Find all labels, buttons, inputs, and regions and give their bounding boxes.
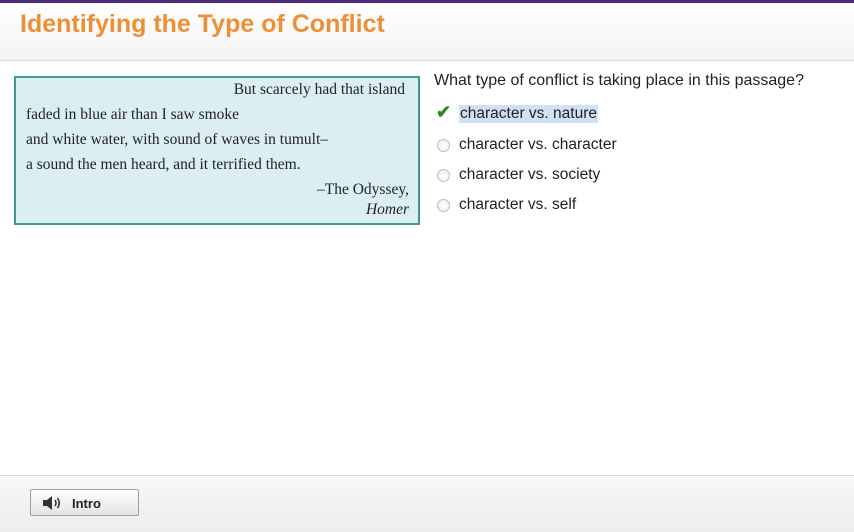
page-title: Identifying the Type of Conflict (20, 10, 385, 38)
answer-option-character[interactable]: character vs. character (434, 135, 814, 157)
radio-button[interactable] (437, 199, 450, 212)
intro-audio-button[interactable]: Intro (30, 489, 139, 516)
passage-box: But scarcely had that island faded in bl… (14, 76, 420, 225)
option-label[interactable]: character vs. self (459, 196, 576, 214)
passage-line: and white water, with sound of waves in … (26, 131, 329, 148)
speaker-icon (43, 496, 61, 510)
answer-option-nature[interactable]: ✔ character vs. nature (434, 102, 814, 126)
header: Identifying the Type of Conflict (0, 3, 854, 61)
checkmark-icon: ✔ (436, 102, 452, 122)
option-label[interactable]: character vs. character (459, 136, 617, 154)
radio-button[interactable] (437, 139, 450, 152)
footer-bar: Intro (0, 475, 854, 532)
answer-option-self[interactable]: character vs. self (434, 195, 814, 217)
option-label[interactable]: character vs. nature (459, 105, 598, 123)
passage-line: But scarcely had that island (233, 81, 405, 98)
passage-line: faded in blue air than I saw smoke (26, 106, 240, 123)
option-label[interactable]: character vs. society (459, 166, 600, 184)
radio-button[interactable] (437, 169, 450, 182)
question-prompt: What type of conflict is taking place in… (434, 72, 804, 89)
answer-option-society[interactable]: character vs. society (434, 165, 814, 187)
passage-line: a sound the men heard, and it terrified … (26, 156, 301, 173)
passage-source: –The Odyssey, (317, 181, 409, 198)
passage-author: Homer (365, 201, 409, 218)
intro-label: Intro (72, 496, 101, 511)
